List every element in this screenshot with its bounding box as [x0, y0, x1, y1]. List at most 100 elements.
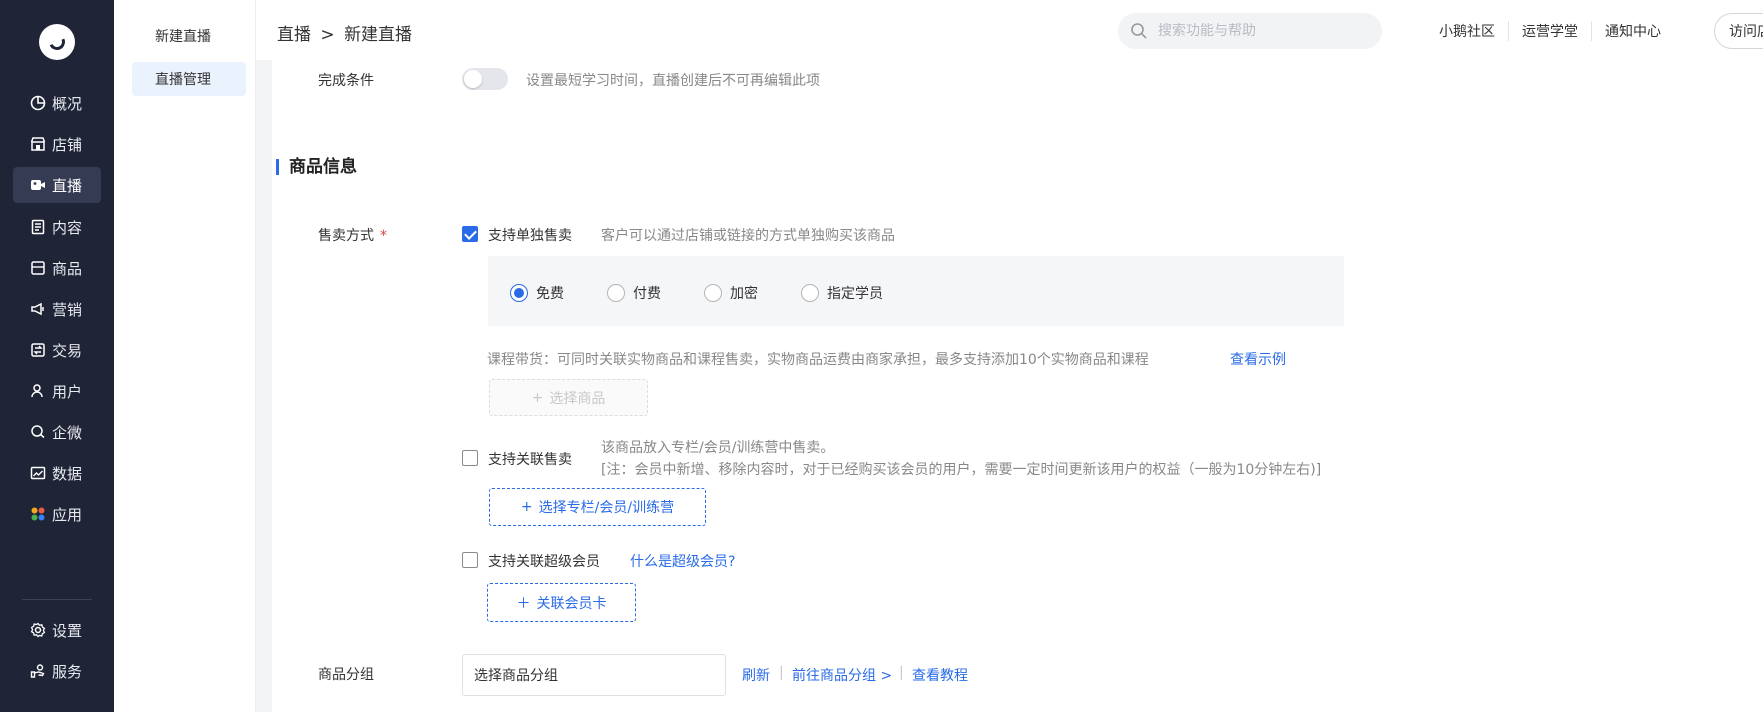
- button-label: 选择专栏/会员/训练营: [538, 500, 675, 516]
- subnav-item-label: 直播管理: [155, 72, 211, 88]
- content-icon: [30, 219, 46, 235]
- course-goods-hint: 课程带货：可同时关联实物商品和课程售卖，实物商品运费由商家承担，最多支持添加10…: [487, 352, 1149, 368]
- nav-item-store[interactable]: 店铺: [13, 126, 101, 162]
- breadcrumb-parent[interactable]: 直播: [277, 25, 311, 45]
- nav-item-label: 用户: [52, 382, 83, 401]
- nav-item-label: 数据: [52, 464, 83, 483]
- nav-divider: [22, 599, 92, 600]
- wecom-icon: [30, 424, 46, 440]
- data-icon: [30, 465, 46, 481]
- completion-hint: 设置最短学习时间，直播创建后不可再编辑此项: [526, 73, 820, 89]
- nav-item-label: 营销: [52, 300, 83, 319]
- breadcrumb-separator: >: [320, 25, 335, 45]
- nav-item-service[interactable]: 服务: [13, 653, 101, 689]
- nav-item-apps[interactable]: 应用: [13, 496, 101, 532]
- live-icon: [30, 177, 46, 193]
- view-example-link[interactable]: 查看示例: [1230, 349, 1286, 369]
- radio-dot: [607, 284, 625, 302]
- store-icon: [30, 136, 46, 152]
- nav-item-overview[interactable]: 概况: [13, 85, 101, 121]
- button-label: 关联会员卡: [536, 595, 607, 612]
- nav-item-product[interactable]: 商品: [13, 250, 101, 286]
- nav-item-live[interactable]: 直播: [13, 167, 101, 203]
- nav-item-label: 概况: [52, 94, 83, 113]
- related-sale-label[interactable]: 支持关联售卖: [488, 449, 572, 469]
- select-goods-button[interactable]: + 选择商品: [489, 379, 648, 416]
- settings-icon: [30, 622, 46, 638]
- secondary-sidebar: 新建直播 直播管理: [114, 0, 256, 712]
- plus-icon: +: [531, 389, 544, 406]
- visit-store-button[interactable]: 访问店铺: [1714, 13, 1763, 49]
- product-group-label: 商品分组: [318, 667, 374, 683]
- related-sale-hint: 该商品放入专栏/会员/训练营中售卖。: [601, 440, 835, 456]
- main-sidebar: 概况 店铺 直播 内容 商品 营销 交易 用户 企微 数据 应用 设置 服务: [0, 0, 114, 712]
- related-sale-note: [注：会员中新增、移除内容时，对于已经购买该会员的用户，需要一定时间更新该用户的…: [601, 462, 1322, 478]
- single-sale-label[interactable]: 支持单独售卖: [488, 225, 572, 245]
- header-link-notifications[interactable]: 通知中心: [1592, 21, 1674, 41]
- product-icon: [30, 260, 46, 276]
- nav-item-label: 企微: [52, 423, 83, 442]
- nav-item-wecom[interactable]: 企微: [13, 414, 101, 450]
- goto-product-group-link[interactable]: 前往商品分组 >: [792, 665, 892, 685]
- radio-dot: [510, 284, 528, 302]
- nav-item-settings[interactable]: 设置: [13, 612, 101, 648]
- related-sale-checkbox[interactable]: [462, 450, 478, 466]
- required-mark: *: [380, 228, 387, 244]
- view-tutorial-link[interactable]: 查看教程: [912, 665, 968, 685]
- user-icon: [30, 383, 46, 399]
- radio-specified-students[interactable]: 指定学员: [801, 283, 883, 303]
- radio-label: 加密: [730, 286, 758, 302]
- link-member-card-button[interactable]: ＋ 关联会员卡: [487, 583, 636, 622]
- nav-item-label: 直播: [52, 176, 83, 195]
- app-root: 概况 店铺 直播 内容 商品 营销 交易 用户 企微 数据 应用 设置 服务 新…: [0, 0, 1763, 712]
- app-logo[interactable]: [39, 24, 75, 60]
- radio-free[interactable]: 免费: [510, 283, 564, 303]
- radio-label: 免费: [536, 286, 564, 302]
- link-separator: |: [899, 665, 904, 681]
- single-sale-hint: 客户可以通过店铺或链接的方式单独购买该商品: [601, 228, 895, 244]
- service-icon: [30, 663, 46, 679]
- nav-item-label: 应用: [52, 505, 83, 524]
- radio-label: 指定学员: [827, 286, 883, 302]
- sale-mode-label: 售卖方式 *: [318, 225, 387, 245]
- dashboard-icon: [30, 95, 46, 111]
- breadcrumb-current: 新建直播: [344, 25, 413, 45]
- top-header: 直播 > 新建直播 小鹅社区 运营学堂 通知中心 访问店铺: [256, 0, 1763, 60]
- completion-label: 完成条件: [318, 73, 374, 89]
- plus-icon: +: [520, 499, 533, 515]
- nav-item-data[interactable]: 数据: [13, 455, 101, 491]
- single-sale-checkbox[interactable]: [462, 226, 478, 242]
- search-box[interactable]: [1118, 13, 1382, 49]
- super-member-checkbox[interactable]: [462, 552, 478, 568]
- subnav-item-new-live[interactable]: 新建直播: [132, 19, 246, 53]
- header-links: 小鹅社区 运营学堂 通知中心: [1426, 21, 1674, 41]
- select-column-member-camp-button[interactable]: + 选择专栏/会员/训练营: [489, 488, 706, 526]
- super-member-label[interactable]: 支持关联超级会员: [488, 551, 600, 571]
- completion-toggle[interactable]: [462, 68, 508, 90]
- radio-encrypted[interactable]: 加密: [704, 283, 758, 303]
- nav-item-label: 商品: [52, 259, 83, 278]
- radio-dot: [801, 284, 819, 302]
- apps-icon: [30, 506, 46, 522]
- search-input[interactable]: [1158, 23, 1358, 39]
- nav-item-trade[interactable]: 交易: [13, 332, 101, 368]
- radio-dot: [704, 284, 722, 302]
- subnav-item-live-manage[interactable]: 直播管理: [132, 62, 246, 96]
- subnav-item-label: 新建直播: [155, 29, 211, 45]
- nav-item-marketing[interactable]: 营销: [13, 291, 101, 327]
- product-group-select[interactable]: 选择商品分组: [462, 654, 726, 696]
- what-is-super-member-link[interactable]: 什么是超级会员?: [630, 551, 735, 571]
- trade-icon: [30, 342, 46, 358]
- content-gutter: [256, 60, 272, 712]
- header-link-academy[interactable]: 运营学堂: [1509, 21, 1592, 41]
- nav-item-content[interactable]: 内容: [13, 209, 101, 245]
- header-link-community[interactable]: 小鹅社区: [1426, 21, 1509, 41]
- breadcrumb: 直播 > 新建直播: [277, 20, 416, 45]
- price-type-panel: 免费 付费 加密 指定学员: [488, 256, 1344, 326]
- nav-item-user[interactable]: 用户: [13, 373, 101, 409]
- nav-item-label: 交易: [52, 341, 83, 360]
- refresh-link[interactable]: 刷新: [742, 665, 770, 685]
- marketing-icon: [30, 301, 46, 317]
- form-panel: 完成条件 设置最短学习时间，直播创建后不可再编辑此项 商品信息 售卖方式 * 支持…: [272, 60, 1763, 712]
- radio-paid[interactable]: 付费: [607, 283, 661, 303]
